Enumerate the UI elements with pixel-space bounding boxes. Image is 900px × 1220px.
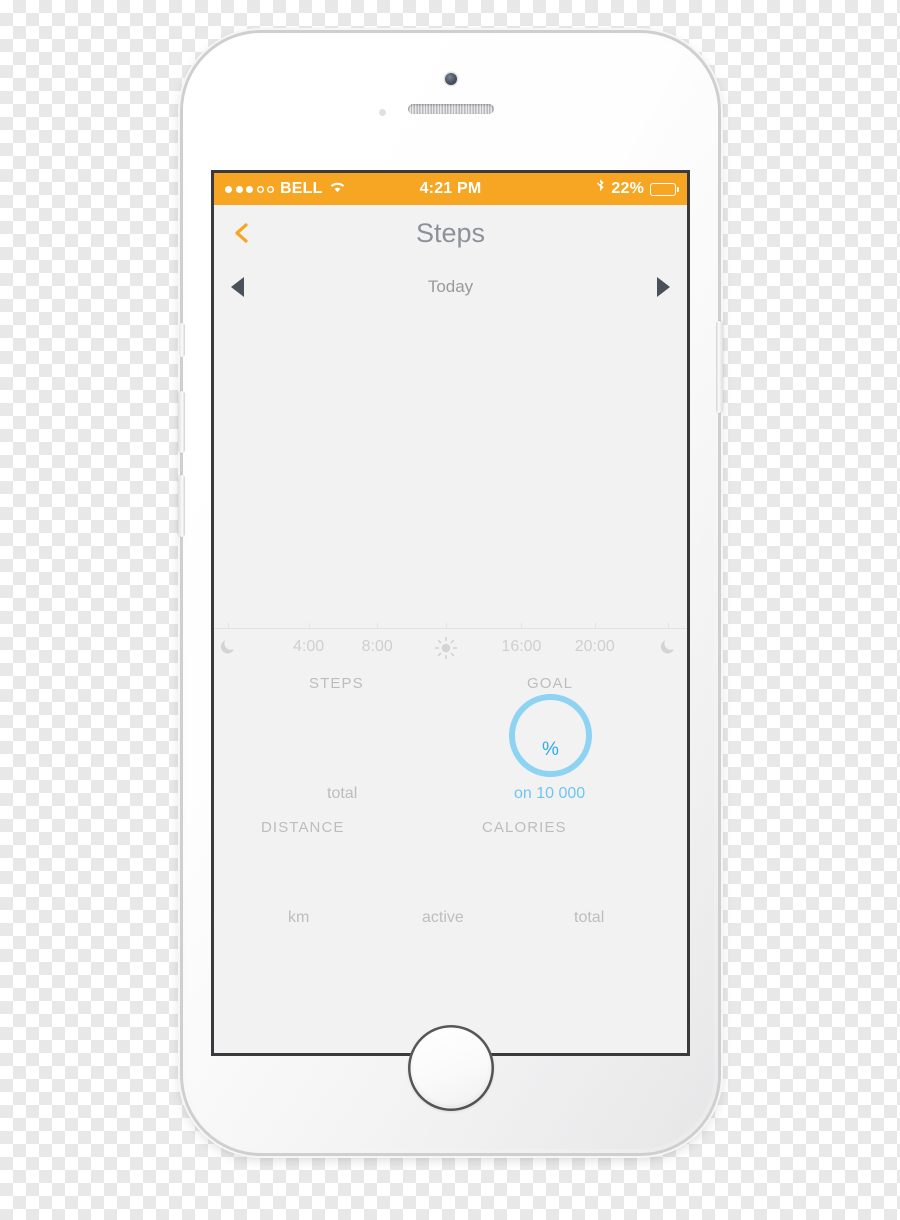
calories-total-label: total [574,909,605,926]
calories-heading: CALORIES [482,819,567,836]
stats-section-secondary: DISTANCE km CALORIES active total [214,817,687,947]
stats-section-primary: STEPS total GOAL % on 10 000 [214,669,687,817]
page-title: Steps [415,217,486,248]
phone-screen: BELL 4:21 PM 22% Steps Today 4:00 8:00 1… [214,173,687,1053]
goal-sub-label: on 10 000 [514,785,586,802]
axis-label-1600: 16:00 [501,638,542,655]
axis-label-0400: 4:00 [293,638,325,655]
proximity-sensor-icon [379,109,386,116]
phone-device: BELL 4:21 PM 22% Steps Today 4:00 8:00 1… [179,33,722,1153]
home-button[interactable] [407,1025,494,1111]
chart-time-axis: 4:00 8:00 16:00 20:00 [214,629,687,669]
front-camera-icon [444,73,457,85]
battery-percent-label: 22% [611,180,644,197]
distance-unit-label: km [288,909,310,926]
steps-sub-label: total [327,785,358,802]
volume-down-button[interactable] [179,475,185,537]
moon-icon-end [658,636,678,656]
volume-up-button[interactable] [179,391,185,453]
goal-heading: GOAL [527,675,574,692]
distance-heading: DISTANCE [261,819,345,836]
goal-percent-unit: % [542,738,559,760]
mute-switch[interactable] [179,323,185,357]
battery-icon [650,182,680,196]
current-day-label: Today [427,277,474,296]
earpiece-speaker [407,104,494,114]
day-selector: Today [214,261,687,313]
bluetooth-icon [596,179,605,199]
moon-icon-start [218,636,238,656]
steps-chart[interactable] [214,313,687,629]
goal-percent-value: % [509,694,592,777]
status-bar: BELL 4:21 PM 22% [214,173,687,205]
power-button[interactable] [716,321,722,413]
next-day-button[interactable] [657,277,670,297]
steps-heading: STEPS [309,675,364,692]
previous-day-button[interactable] [231,277,244,297]
calories-active-label: active [422,909,464,926]
status-bar-right: 22% [596,179,680,199]
axis-label-0800: 8:00 [361,638,393,655]
back-button[interactable] [231,222,253,244]
axis-label-2000: 20:00 [574,638,615,655]
sun-icon [434,636,458,660]
navigation-bar: Steps [214,205,687,261]
